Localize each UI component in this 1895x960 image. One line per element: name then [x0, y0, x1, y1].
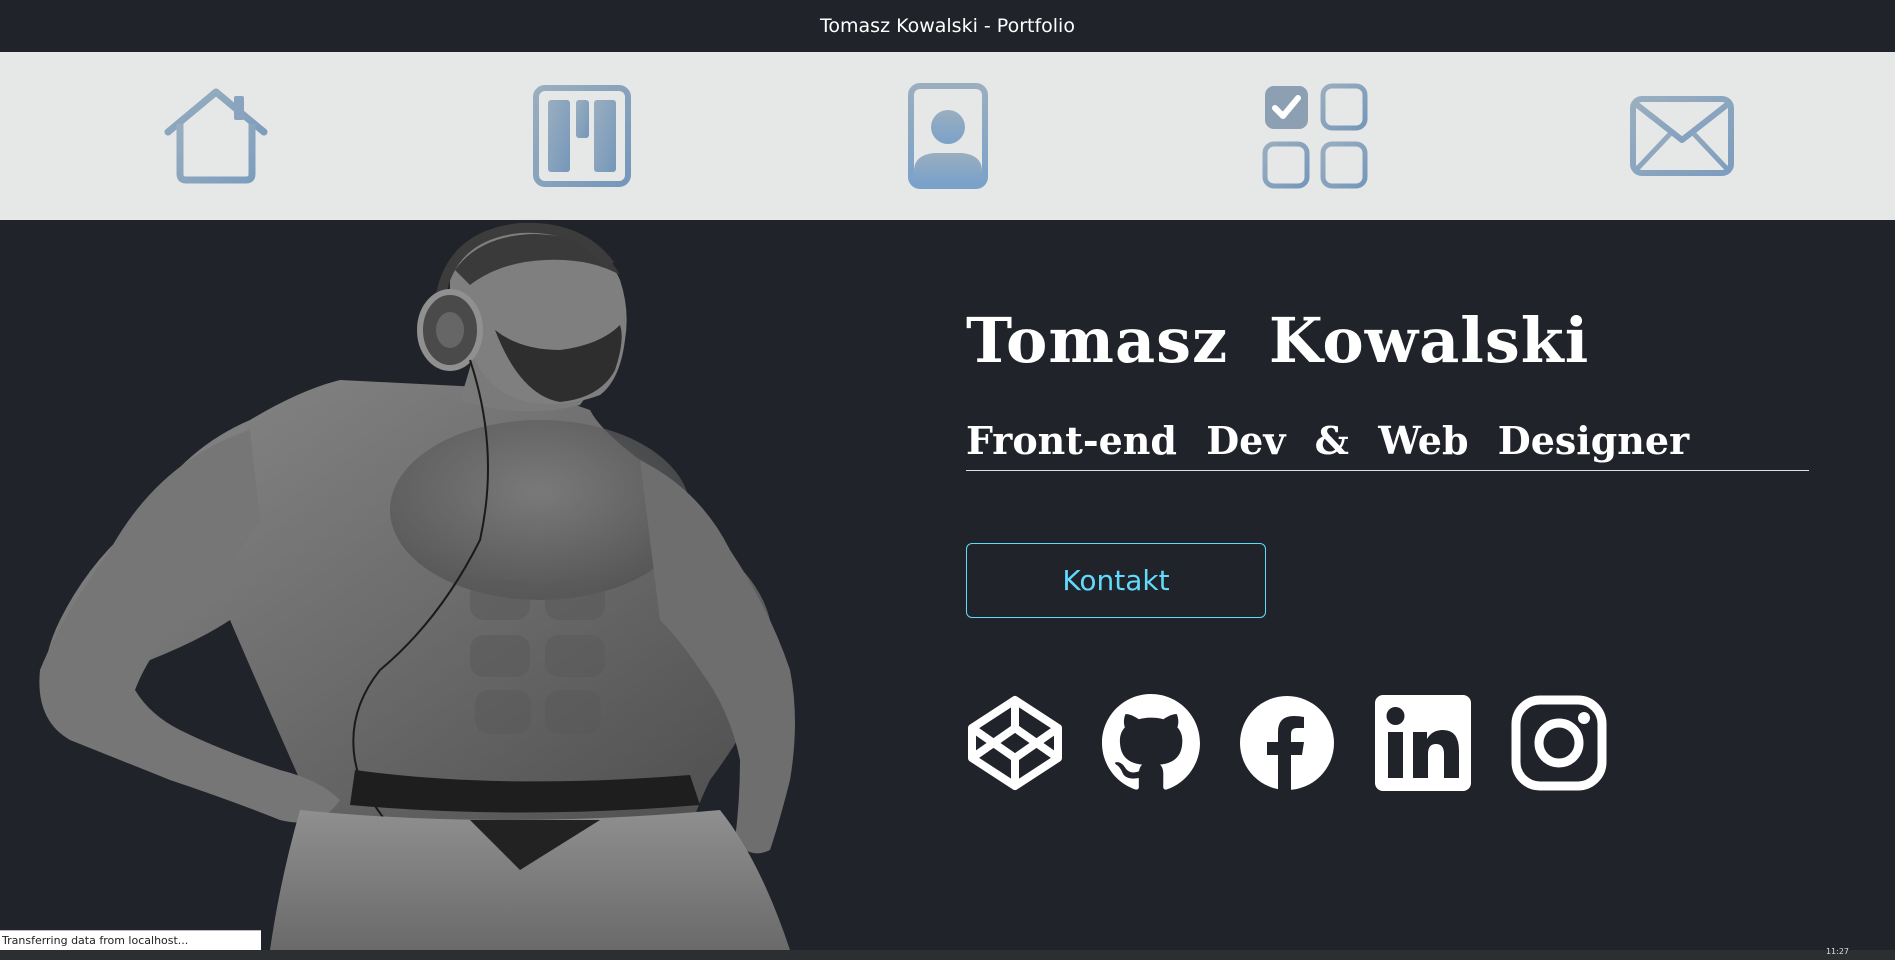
nav-contact[interactable] [1607, 52, 1757, 220]
linkedin-icon [1375, 695, 1471, 791]
nav-about[interactable] [873, 52, 1023, 220]
status-text: Transferring data from localhost... [2, 934, 189, 947]
github-icon [1102, 694, 1200, 790]
instagram-icon [1511, 695, 1607, 791]
window-title-bar: Tomasz Kowalski - Portfolio [0, 0, 1895, 52]
taskbar: 11:27 [0, 947, 1895, 960]
social-facebook-link[interactable] [1238, 694, 1336, 792]
social-github-link[interactable] [1102, 694, 1200, 792]
envelope-icon [1630, 96, 1734, 176]
hero-subtitle: Front-end Dev & Web Designer [966, 417, 1690, 463]
social-instagram-link[interactable] [1510, 694, 1608, 792]
social-codepen-link[interactable] [966, 694, 1064, 792]
browser-status-bar: Transferring data from localhost... [0, 930, 261, 950]
taskbar-clock: 11:27 [1825, 947, 1849, 956]
social-linkedin-link[interactable] [1374, 694, 1472, 792]
codepen-icon [968, 696, 1062, 790]
contact-button[interactable]: Kontakt [966, 543, 1266, 618]
hero-section: Tomasz Kowalski Front-end Dev & Web Desi… [0, 220, 1895, 950]
top-navigation [0, 52, 1895, 220]
hero-divider [966, 470, 1809, 471]
nav-home[interactable] [141, 52, 291, 220]
facebook-icon [1240, 696, 1334, 791]
kanban-icon [533, 85, 631, 187]
nav-projects[interactable] [507, 52, 657, 220]
profile-photo [39, 222, 795, 950]
nav-skills[interactable] [1240, 52, 1390, 220]
home-icon [164, 88, 268, 184]
person-badge-icon [908, 83, 988, 189]
window-title: Tomasz Kowalski - Portfolio [820, 15, 1075, 37]
ui-checks-grid-icon [1262, 83, 1368, 189]
hero-name: Tomasz Kowalski [966, 303, 1590, 377]
